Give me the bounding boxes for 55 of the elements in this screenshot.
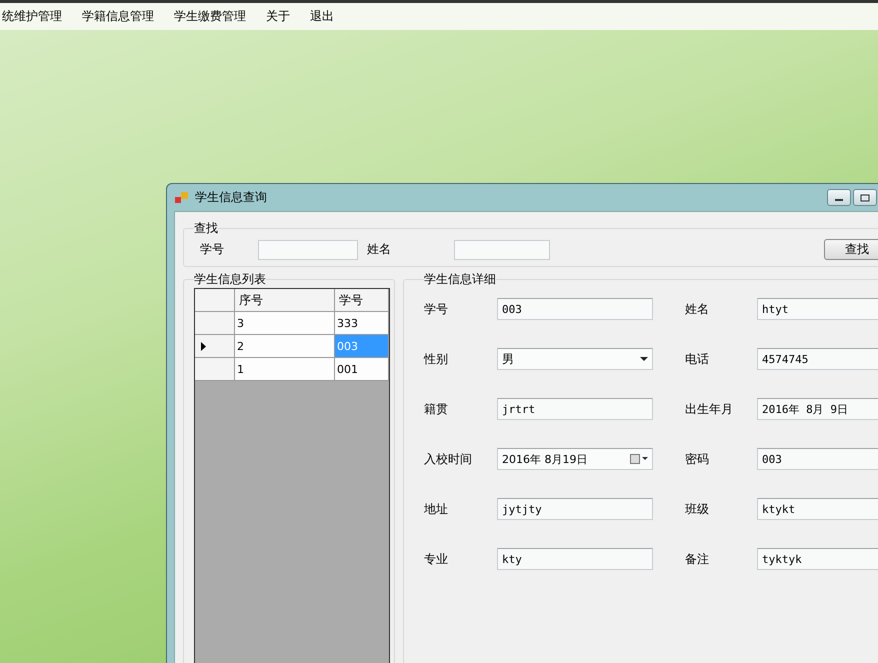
caret-icon (640, 357, 648, 361)
field-label: 专业 (424, 550, 449, 568)
app-icon (175, 192, 189, 204)
maximize-button[interactable] (853, 189, 877, 206)
field-label: 出生年月 (685, 400, 734, 418)
field-label: 密码 (685, 450, 710, 468)
field-label: 学号 (424, 300, 449, 318)
field-label: 班级 (685, 500, 710, 518)
text-field[interactable]: htyt (757, 298, 878, 320)
field-label: 学号 (200, 241, 224, 258)
group-title: 学生信息列表 (194, 271, 266, 288)
text-field[interactable]: 003 (757, 448, 878, 470)
search-button[interactable]: 查找 (824, 239, 878, 260)
current-row-icon (201, 342, 206, 350)
menu-item[interactable]: 学生缴费管理 (168, 8, 260, 25)
field-label: 电话 (685, 350, 710, 368)
table-cell[interactable]: 001 (335, 358, 389, 381)
text-field[interactable]: 2016年 8月 9日 (757, 398, 878, 420)
table-cell[interactable]: 1 (235, 358, 335, 381)
menu-item[interactable]: 退出 (304, 8, 348, 25)
header-cell[interactable]: 序号 (235, 289, 335, 312)
field-label: 备注 (685, 550, 710, 568)
input-field[interactable] (454, 240, 550, 260)
field-label: 籍贯 (424, 400, 449, 418)
text-field[interactable]: ktykt (757, 498, 878, 520)
text-field[interactable]: 4574745 (757, 348, 878, 370)
field-label: 姓名 (367, 241, 391, 258)
maximize-icon (860, 194, 870, 202)
header-cell[interactable]: 学号 (335, 289, 389, 312)
field-label: 入校时间 (424, 450, 473, 468)
minimize-icon (834, 196, 844, 202)
dropdown[interactable]: 男 (497, 348, 653, 370)
group-title: 学生信息详细 (424, 271, 496, 288)
text-field[interactable]: kty (497, 548, 653, 570)
row-header[interactable] (195, 335, 235, 358)
menu-item[interactable]: 学籍信息管理 (76, 8, 168, 25)
date-picker[interactable]: 2016年 8月19日 (497, 448, 653, 470)
calendar-icon (630, 454, 648, 464)
text-field[interactable]: 003 (497, 298, 653, 320)
field-label: 地址 (424, 500, 449, 518)
header-cell (195, 289, 235, 312)
table-cell[interactable]: 3 (235, 312, 335, 335)
table-cell[interactable]: 2 (235, 335, 335, 358)
group-title: 查找 (194, 220, 218, 237)
minimize-button[interactable] (827, 189, 851, 206)
menu-item[interactable]: 关于 (260, 8, 304, 25)
field-label: 性别 (424, 350, 449, 368)
text-field[interactable]: tyktyk (757, 548, 878, 570)
menu-item[interactable]: 统维护管理 (0, 8, 76, 25)
field-label: 姓名 (685, 300, 710, 318)
text-field[interactable]: jrtrt (497, 398, 653, 420)
table-cell[interactable]: 333 (335, 312, 389, 335)
window-title: 学生信息查询 (195, 189, 267, 206)
text-field[interactable]: jytjty (497, 498, 653, 520)
input-field[interactable] (258, 240, 358, 260)
